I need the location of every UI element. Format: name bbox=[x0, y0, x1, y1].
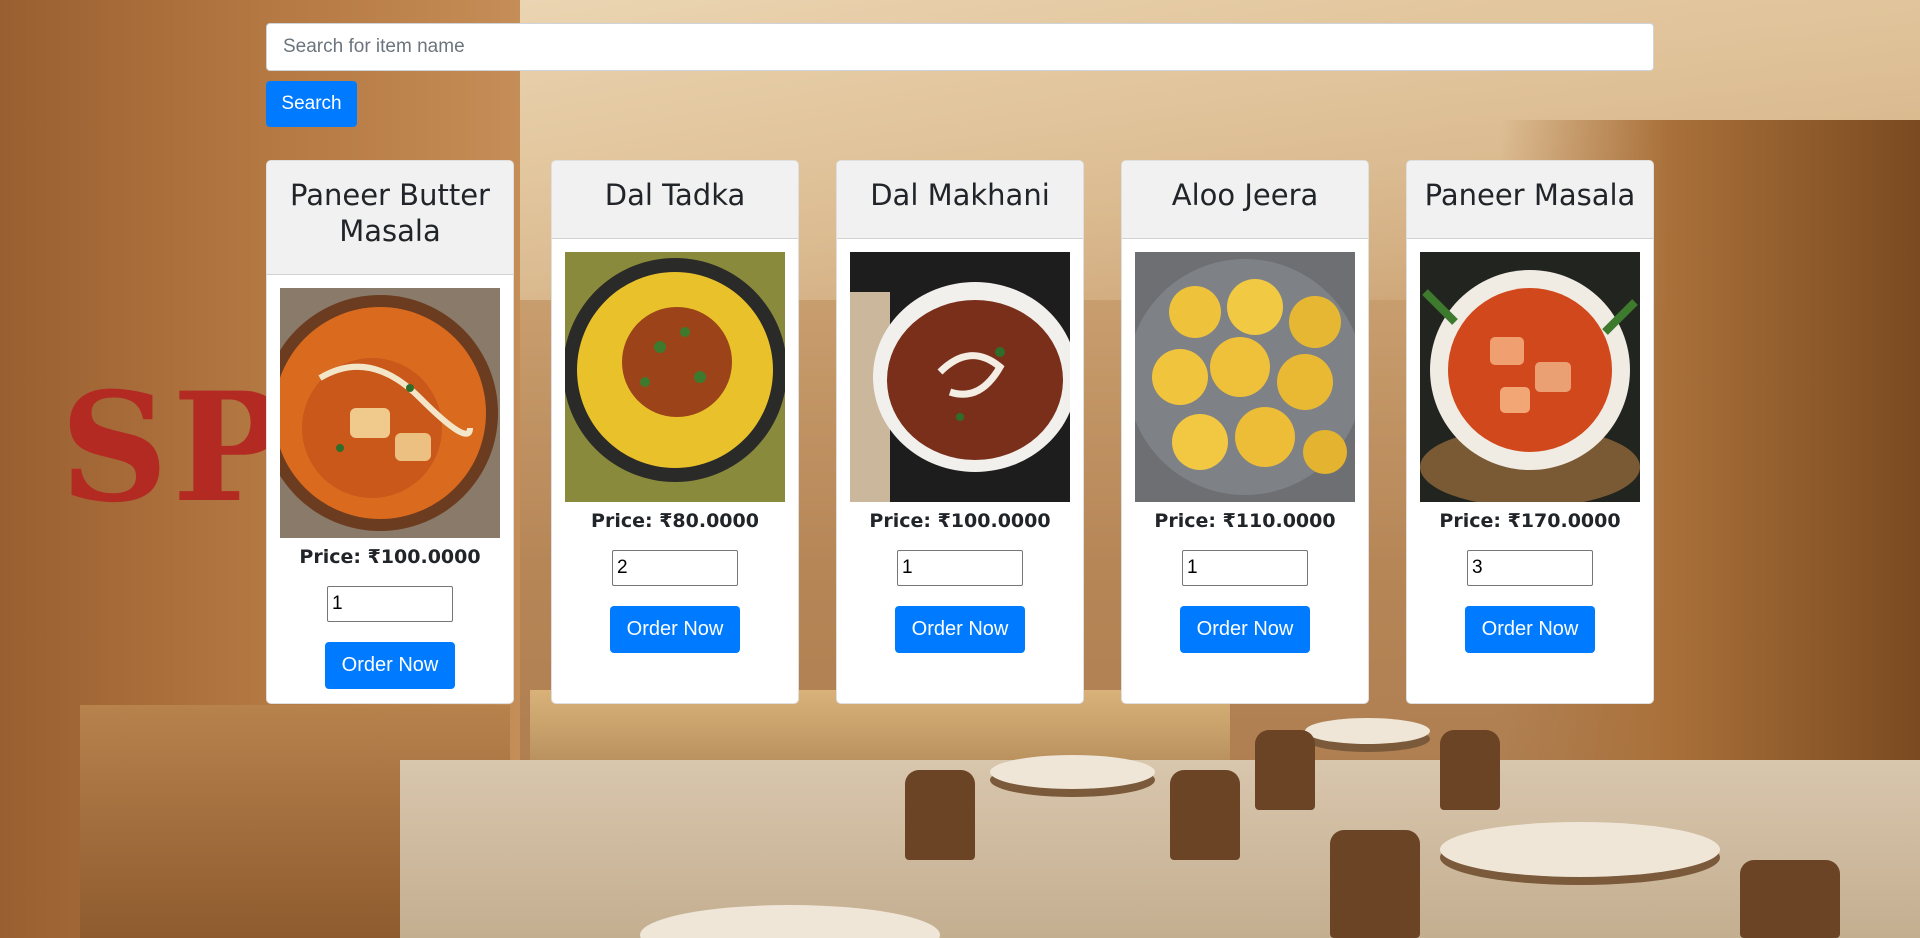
item-price: Price: ₹100.0000 bbox=[869, 510, 1051, 532]
quantity-input[interactable] bbox=[1467, 550, 1593, 586]
quantity-input[interactable] bbox=[1182, 550, 1308, 586]
order-now-button[interactable]: Order Now bbox=[610, 606, 740, 653]
quantity-input[interactable] bbox=[327, 586, 453, 622]
card-header: Paneer Masala bbox=[1407, 161, 1653, 239]
item-price: Price: ₹170.0000 bbox=[1439, 510, 1621, 532]
item-name: Paneer Masala bbox=[1424, 178, 1636, 212]
card-header: Paneer Butter Masala bbox=[267, 161, 513, 275]
quantity-input[interactable] bbox=[612, 550, 738, 586]
order-now-button[interactable]: Order Now bbox=[1180, 606, 1310, 653]
card-header: Dal Tadka bbox=[552, 161, 798, 239]
item-price: Price: ₹80.0000 bbox=[591, 510, 759, 532]
item-price: Price: ₹110.0000 bbox=[1154, 510, 1336, 532]
search-input[interactable] bbox=[266, 23, 1654, 71]
search-button[interactable]: Search bbox=[266, 81, 357, 127]
item-name: Aloo Jeera bbox=[1171, 178, 1319, 212]
menu-item-card: Paneer Masala Price: ₹170.0000 Order Now bbox=[1406, 160, 1654, 704]
menu-item-card: Aloo Jeera Price: ₹110.0000 Order Now bbox=[1121, 160, 1369, 704]
item-name: Dal Tadka bbox=[604, 178, 746, 212]
aloo-jeera-photo bbox=[1135, 252, 1355, 502]
paneer-butter-masala-photo bbox=[280, 288, 500, 538]
dal-tadka-photo bbox=[565, 252, 785, 502]
restaurant-logo: SP bbox=[60, 360, 290, 536]
order-now-button[interactable]: Order Now bbox=[1465, 606, 1595, 653]
card-header: Aloo Jeera bbox=[1122, 161, 1368, 239]
dal-makhani-photo bbox=[850, 252, 1070, 502]
menu-item-card: Dal Makhani Price: ₹100.0000 Order Now bbox=[836, 160, 1084, 704]
menu-item-card: Dal Tadka Price: ₹80.0000 Order Now bbox=[551, 160, 799, 704]
menu-item-card: Paneer Butter Masala Price: ₹100.0000 Or… bbox=[266, 160, 514, 704]
quantity-input[interactable] bbox=[897, 550, 1023, 586]
paneer-masala-photo bbox=[1420, 252, 1640, 502]
order-now-button[interactable]: Order Now bbox=[325, 642, 455, 689]
card-header: Dal Makhani bbox=[837, 161, 1083, 239]
order-now-button[interactable]: Order Now bbox=[895, 606, 1025, 653]
item-name: Paneer Butter Masala bbox=[290, 178, 490, 248]
item-name: Dal Makhani bbox=[870, 178, 1050, 212]
item-price: Price: ₹100.0000 bbox=[299, 546, 481, 568]
